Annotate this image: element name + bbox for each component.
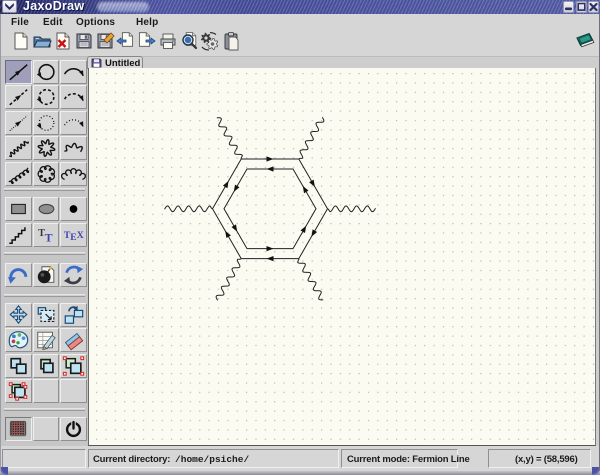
svg-text:T: T — [44, 230, 52, 244]
svg-text:TEX: TEX — [64, 229, 84, 242]
